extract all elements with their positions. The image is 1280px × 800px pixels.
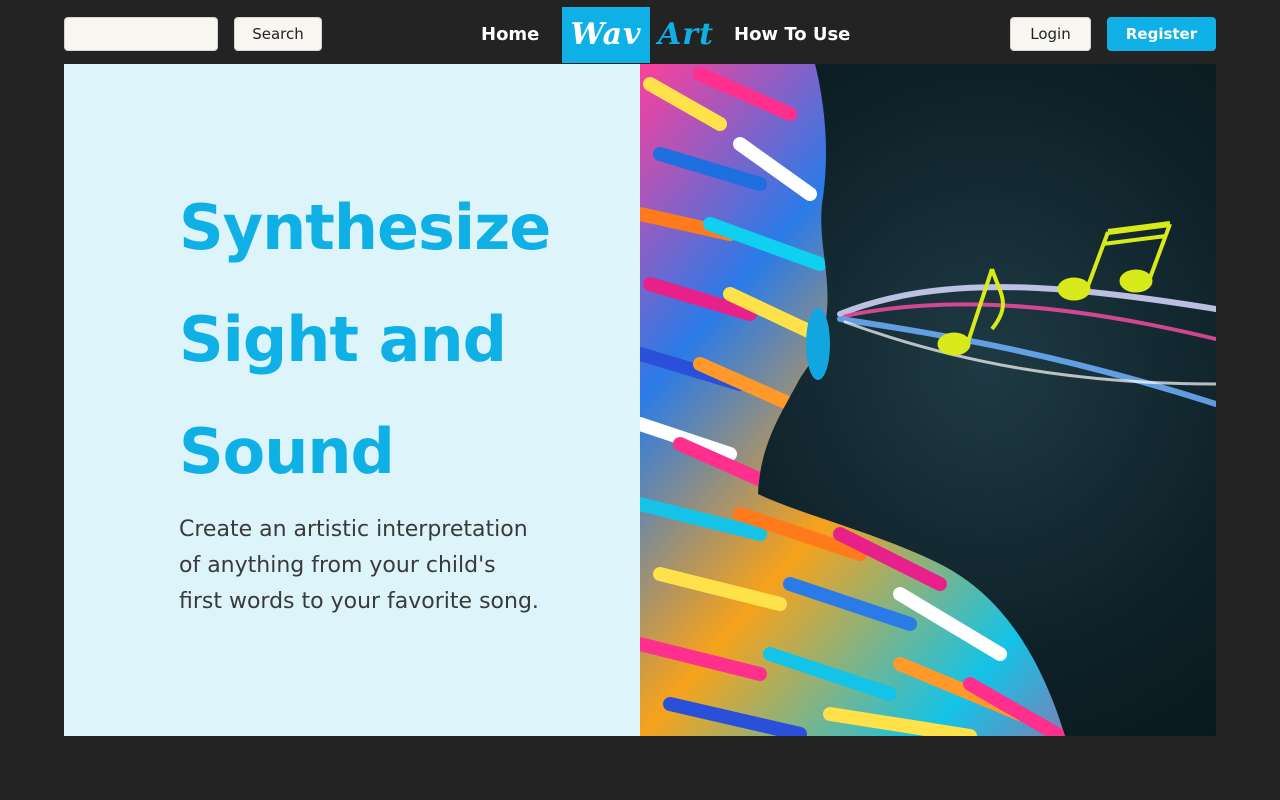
ear (806, 308, 830, 380)
register-button[interactable]: Register (1107, 17, 1216, 51)
login-button[interactable]: Login (1010, 17, 1091, 51)
nav-link-how-to-use[interactable]: How To Use (734, 20, 850, 50)
hero-subtitle-line: of anything from your child's (179, 553, 496, 578)
logo-wav-text: Wav (570, 17, 642, 52)
hero-subtitle: Create an artistic interpretation of any… (179, 512, 539, 620)
logo-art-text: Art (658, 17, 714, 52)
hero-title-line: Sound (179, 415, 395, 488)
hero-title: Synthesize Sight and Sound (179, 172, 619, 508)
hero-image-panel (640, 64, 1216, 736)
nav-link-home[interactable]: Home (481, 20, 539, 50)
painted-face-music-image (640, 64, 1216, 736)
search-input[interactable] (64, 17, 218, 51)
sound-waves (837, 284, 1216, 407)
search-button[interactable]: Search (234, 17, 322, 51)
hero-title-line: Synthesize (179, 191, 551, 264)
top-navbar: Search Home Wav Art How To Use Login Reg… (0, 0, 1280, 64)
hero-subtitle-line: first words to your favorite song. (179, 589, 539, 614)
hero-subtitle-line: Create an artistic interpretation (179, 517, 528, 542)
wavart-logo[interactable]: Wav Art (562, 7, 722, 63)
hero-text-panel: Synthesize Sight and Sound Create an art… (64, 64, 640, 736)
painted-figure (640, 64, 1065, 736)
hero-title-line: Sight and (179, 303, 507, 376)
